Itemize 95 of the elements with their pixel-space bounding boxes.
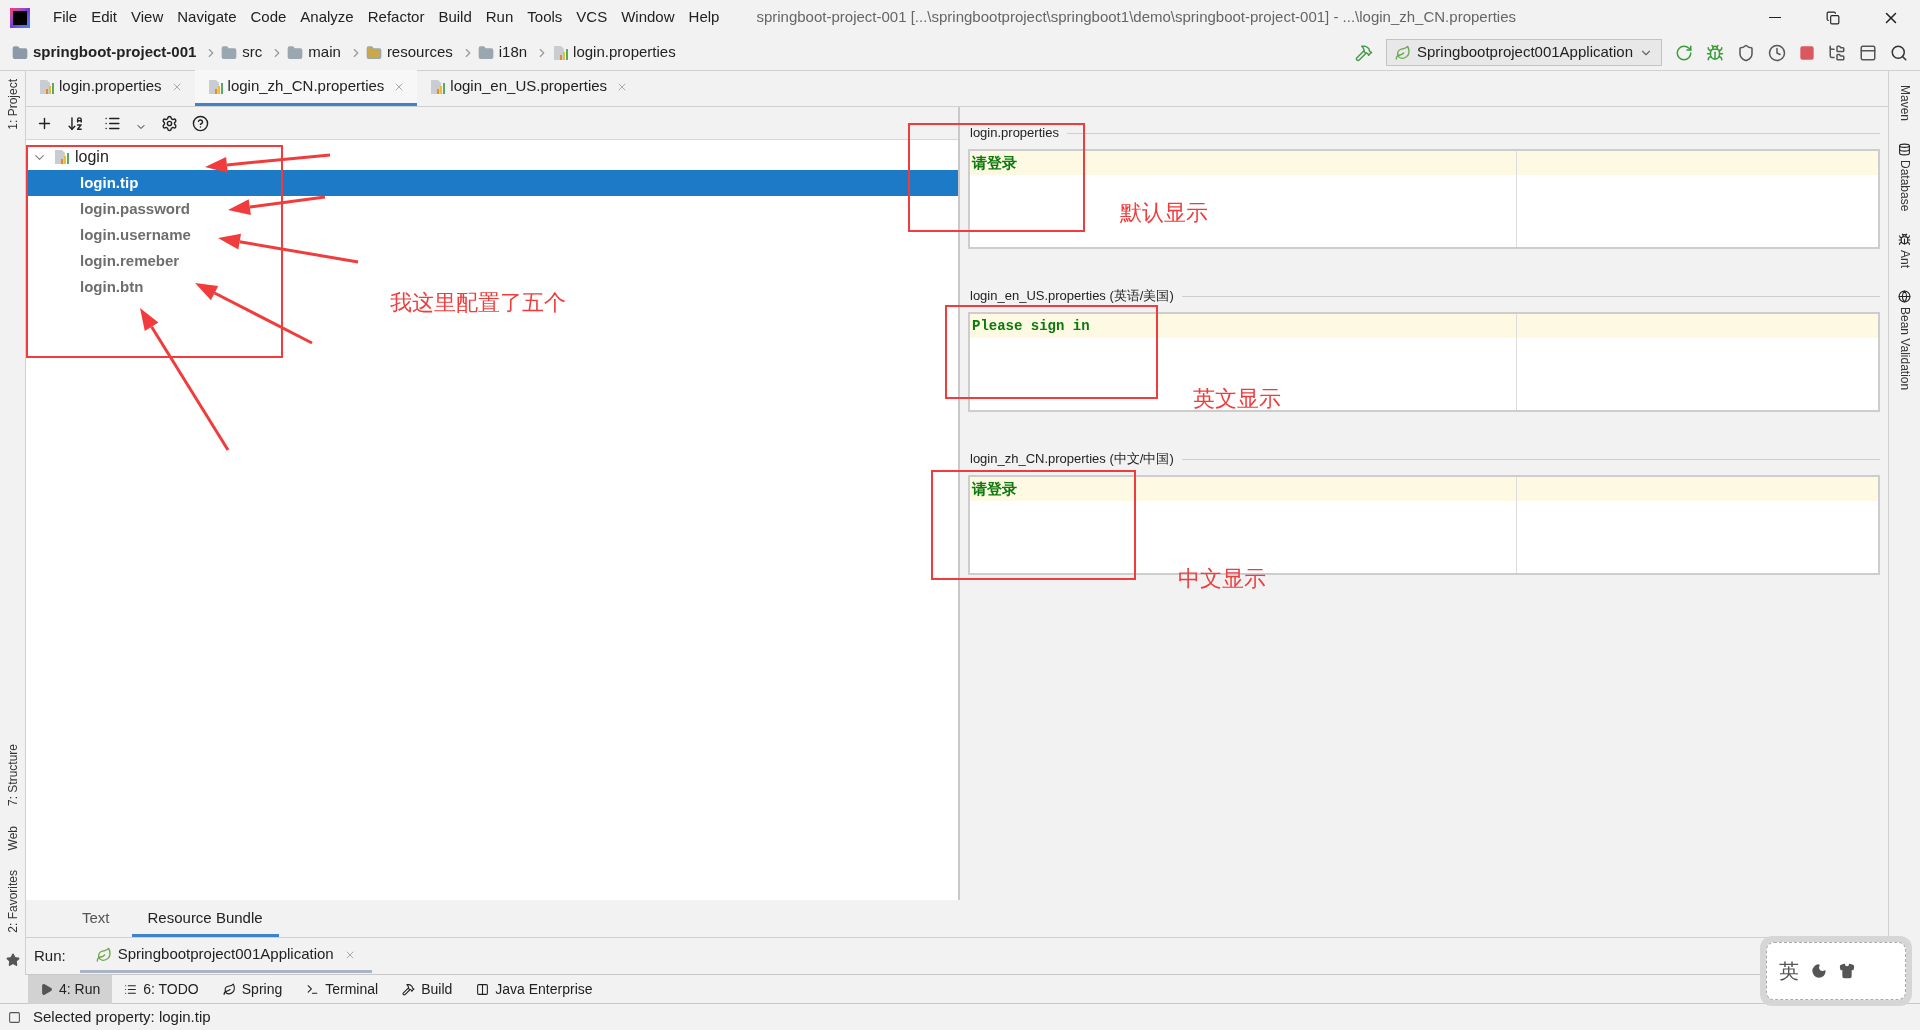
properties-file-icon (206, 78, 223, 95)
menu-item[interactable]: Build (431, 6, 479, 29)
breadcrumb[interactable]: springboot-project-001 (33, 41, 197, 64)
breadcrumb[interactable]: main (308, 41, 341, 64)
bundle-icon (552, 44, 569, 61)
tool-window-label[interactable]: Bean Validation (1895, 307, 1914, 391)
view-tab[interactable]: Resource Bundle (131, 903, 279, 937)
search-icon[interactable] (1890, 43, 1908, 62)
locale-title: login_zh_CN.properties (中文/中国) (970, 450, 1174, 469)
ant-icon (1898, 233, 1911, 247)
run-icon (40, 982, 53, 996)
menu-item[interactable]: Run (478, 6, 521, 29)
locale-title: login_en_US.properties (英语/美国) (970, 287, 1174, 306)
menu-item[interactable]: Help (681, 6, 727, 29)
menu-item[interactable]: Refactor (360, 6, 432, 29)
tool-window-label[interactable]: 7: Structure (3, 743, 22, 806)
tool-window-button[interactable]: 6: TODO (112, 974, 211, 1004)
run-tab[interactable]: Springbootproject001Application (79, 939, 372, 973)
property-value: 请登录 (972, 478, 1017, 499)
project-folder-icon (12, 44, 28, 61)
leaf-icon (222, 982, 236, 996)
tool-window-label[interactable]: Database (1895, 160, 1914, 212)
menu-item[interactable]: Window (614, 6, 682, 29)
property-row[interactable]: login.username (26, 222, 958, 248)
breadcrumb[interactable]: login.properties (573, 41, 676, 64)
menu-item[interactable]: Tools (520, 6, 570, 29)
breadcrumb[interactable]: resources (386, 41, 453, 64)
folder-icon (287, 44, 304, 61)
debug-icon[interactable] (1706, 43, 1724, 62)
tool-window-button[interactable]: 4: Run (28, 974, 113, 1004)
run-configuration-dropdown[interactable]: Springbootproject001Application (1386, 39, 1662, 66)
run-panel-label: Run: (34, 945, 66, 966)
view-tab[interactable]: Text (66, 903, 126, 937)
moon-icon[interactable] (1811, 963, 1827, 979)
minimize-icon (1769, 16, 1781, 19)
breadcrumb[interactable]: src (242, 41, 263, 64)
property-row[interactable]: login.remeber (26, 248, 958, 274)
tool-window-button[interactable]: Spring (210, 974, 295, 1004)
app-logo-icon (10, 7, 30, 28)
window-title: springboot-project-001 [...\springbootproject\springboot1\demo\springboot-project-001] - ...\login_zh_CN.properties (756, 7, 1516, 28)
annotation-label: 默认显示 (1120, 199, 1208, 227)
shirt-icon[interactable] (1839, 963, 1855, 979)
annotation-note: 我这里配置了五个 (390, 289, 566, 317)
rerun-icon[interactable] (1675, 43, 1693, 62)
sort-icon[interactable] (67, 114, 84, 132)
menu-item[interactable]: File (46, 6, 85, 29)
resource-bundle-icon (53, 149, 69, 165)
menu-item[interactable]: View (124, 6, 171, 29)
tool-window-label[interactable]: Maven (1895, 85, 1914, 122)
tool-window-label[interactable]: Ant (1895, 250, 1914, 269)
property-value: Please sign in (972, 316, 1090, 336)
help-icon[interactable] (192, 114, 209, 132)
list-icon (124, 982, 138, 996)
ime-mode-label[interactable]: 英 (1779, 956, 1799, 986)
tool-window-button[interactable]: Build (390, 974, 465, 1004)
status-toggle-icon[interactable] (8, 1010, 21, 1024)
restore-icon (1826, 10, 1840, 25)
tree-item[interactable]: login (75, 145, 109, 169)
star-icon (5, 953, 20, 967)
menu-item[interactable]: VCS (569, 6, 615, 29)
hammer-icon (402, 982, 416, 996)
breadcrumb[interactable]: i18n (498, 41, 528, 64)
menu-item[interactable]: Analyze (293, 6, 361, 29)
annotation-label: 英文显示 (1193, 385, 1281, 413)
build-hammer-icon[interactable] (1355, 43, 1373, 62)
menu-item[interactable]: Edit (84, 6, 125, 29)
property-row[interactable]: login.tip (26, 170, 958, 196)
editor-tab[interactable]: login_zh_CN.properties (194, 70, 418, 106)
menu-item[interactable]: Navigate (170, 6, 244, 29)
stop-icon[interactable] (1799, 44, 1815, 61)
property-row[interactable]: login.password (26, 196, 958, 222)
editor-tab[interactable]: login.properties (26, 70, 195, 106)
ime-toolbar[interactable]: 英 (1760, 936, 1912, 1006)
resources-folder-icon (365, 44, 382, 61)
menu-item[interactable]: Code (243, 6, 294, 29)
status-text: Selected property: login.tip (33, 1006, 211, 1027)
tool-window-button[interactable]: Terminal (294, 974, 391, 1004)
properties-file-icon (38, 78, 54, 95)
folder-icon (477, 44, 494, 61)
tool-window-label[interactable]: 1: Project (3, 79, 22, 130)
leaf-icon (95, 946, 112, 963)
folder-icon (221, 44, 238, 61)
tool-window-label[interactable]: Web (3, 825, 22, 851)
property-value: 请登录 (972, 152, 1017, 173)
database-icon (1898, 143, 1911, 157)
editor-tab[interactable]: login_en_US.properties (417, 70, 641, 106)
terminal-icon (306, 982, 320, 996)
settings-icon[interactable] (161, 114, 178, 132)
tool-window-label[interactable]: 2: Favorites (3, 870, 22, 933)
properties-file-icon (429, 78, 446, 95)
tool-window-button[interactable]: Java Enterprise (464, 974, 605, 1004)
terminal-window-icon[interactable] (1859, 43, 1877, 62)
leaf-icon (1395, 44, 1411, 61)
locale-title: login.properties (970, 124, 1059, 143)
project-structure-icon[interactable] (1828, 43, 1846, 62)
